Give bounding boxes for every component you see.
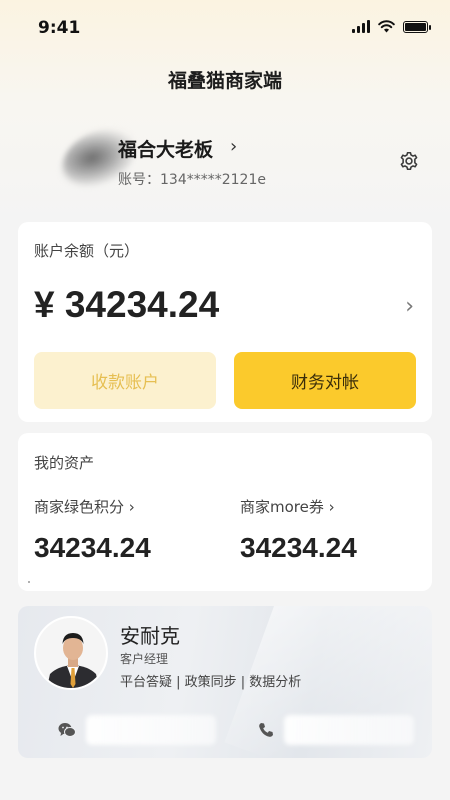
manager-services: 平台答疑 | 政策同步 | 数据分析 [120, 675, 302, 690]
status-bar: 9:41 [0, 0, 450, 58]
phone-contact[interactable] [258, 710, 414, 750]
signal-icon [352, 20, 370, 33]
account-manager-card: 安耐克 客户经理 平台答疑 | 政策同步 | 数据分析 [18, 606, 432, 758]
assets-card: 我的资产 商家绿色积分 › 34234.24 商家more券 › 34234.2… [18, 433, 432, 591]
balance-card: 账户余额（元） ¥ 34234.24 › 收款账户 财务对帐 [18, 222, 432, 422]
wifi-icon [378, 20, 395, 33]
page-title: 福叠猫商家端 [167, 70, 282, 92]
wechat-icon[interactable] [58, 722, 76, 738]
more-coupon-value: 34234.24 [240, 532, 357, 563]
balance-amount[interactable]: ¥ 34234.24 [34, 284, 219, 326]
contact-row [18, 710, 432, 750]
profile-section[interactable]: 福合大老板 › 账号：134*****2121e [0, 120, 450, 200]
receive-account-button[interactable]: 收款账户 [34, 352, 216, 409]
balance-label: 账户余额（元） [34, 242, 140, 260]
manager-avatar [34, 616, 108, 690]
phone-icon[interactable] [258, 722, 274, 738]
assets-title: 我的资产 [34, 454, 95, 472]
wechat-id-blurred [86, 715, 216, 745]
status-icons [352, 20, 431, 33]
account-number: 账号：134*****2121e [118, 172, 266, 188]
green-points-link[interactable]: 商家绿色积分 › [34, 496, 135, 517]
profile-name[interactable]: 福合大老板 [118, 135, 213, 162]
manager-role: 客户经理 [120, 652, 169, 666]
chevron-right-icon[interactable]: › [230, 136, 237, 157]
manager-name: 安耐克 [120, 624, 180, 648]
more-coupon-link[interactable]: 商家more券 › [240, 496, 335, 517]
divider-dot [28, 581, 30, 583]
battery-icon [403, 20, 431, 33]
chevron-right-icon[interactable]: › [405, 294, 414, 319]
status-time: 9:41 [38, 18, 81, 38]
finance-reconcile-button[interactable]: 财务对帐 [234, 352, 416, 409]
wechat-contact[interactable] [58, 710, 216, 750]
green-points-value: 34234.24 [34, 532, 151, 563]
settings-gear-icon[interactable] [398, 150, 420, 172]
phone-number-blurred [284, 715, 414, 745]
